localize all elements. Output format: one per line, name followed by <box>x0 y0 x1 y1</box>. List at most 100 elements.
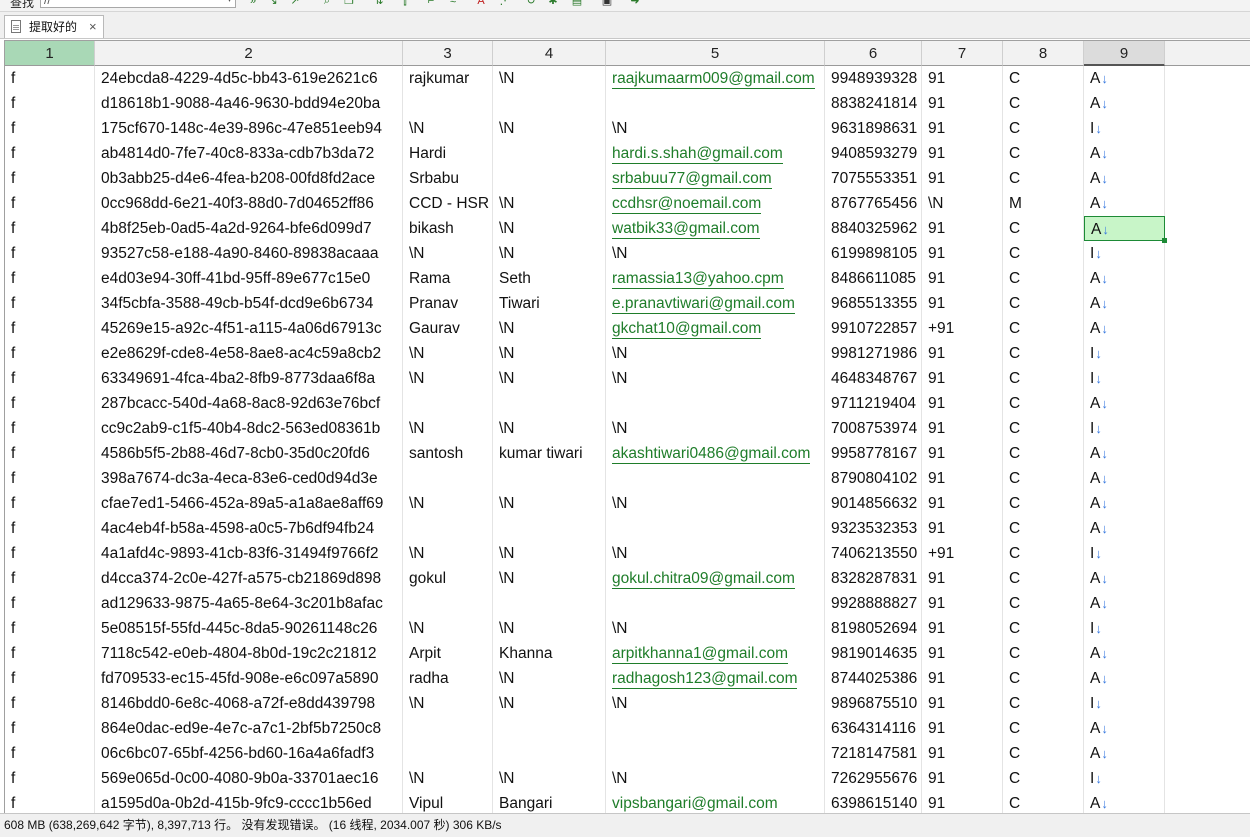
find-next-icon[interactable]: ↘ <box>266 0 280 7</box>
table-cell[interactable]: 9408593279 <box>825 141 922 166</box>
table-cell[interactable] <box>493 466 606 491</box>
table-cell[interactable]: 8790804102 <box>825 466 922 491</box>
table-cell[interactable]: 91 <box>922 591 1003 616</box>
table-cell[interactable]: gokul.chitra09@gmail.com <box>606 566 825 591</box>
table-cell[interactable] <box>493 741 606 766</box>
table-cell[interactable]: A↓ <box>1084 641 1165 666</box>
table-cell[interactable]: A↓ <box>1084 666 1165 691</box>
table-cell[interactable]: arpitkhanna1@gmail.com <box>606 641 825 666</box>
table-cell[interactable] <box>403 741 493 766</box>
table-row[interactable]: f 24ebcda8-4229-4d5c-bb43-619e2621c6 rajku… <box>5 66 1250 91</box>
table-cell[interactable] <box>493 716 606 741</box>
table-row[interactable]: f 06c6bc07-65bf-4256-bd60-16a4a6fadf3 7218… <box>5 741 1250 766</box>
table-cell[interactable]: f <box>5 691 95 716</box>
table-cell[interactable]: C <box>1003 691 1084 716</box>
filter-icon[interactable]: ⋰ <box>498 0 512 7</box>
table-cell[interactable]: f <box>5 541 95 566</box>
table-cell[interactable]: 91 <box>922 766 1003 791</box>
table-cell[interactable]: \N <box>922 191 1003 216</box>
table-row[interactable]: f ab4814d0-7fe7-40c8-833a-cdb7b3da72 Hardi… <box>5 141 1250 166</box>
table-cell[interactable]: rajkumar <box>403 66 493 91</box>
table-cell[interactable]: f <box>5 116 95 141</box>
table-row[interactable]: f 5e08515f-55fd-445c-8da5-90261148c26 \N \N… <box>5 616 1250 641</box>
table-cell[interactable]: C <box>1003 616 1084 641</box>
column-header-5[interactable]: 5 <box>606 41 825 66</box>
table-cell[interactable]: f <box>5 591 95 616</box>
table-cell[interactable]: \N <box>403 366 493 391</box>
table-cell[interactable]: radha <box>403 666 493 691</box>
table-cell[interactable]: I↓ <box>1084 766 1165 791</box>
tab-file[interactable]: 提取好的 × <box>4 15 104 38</box>
table-cell[interactable]: f <box>5 191 95 216</box>
table-row[interactable]: f 45269e15-a92c-4f51-a115-4a06d67913c Gaur… <box>5 316 1250 341</box>
run-icon[interactable]: ➜ <box>628 0 642 7</box>
column-header-9[interactable]: 9 <box>1084 41 1165 66</box>
table-cell[interactable]: 91 <box>922 166 1003 191</box>
column-icon[interactable]: ⫿ <box>398 0 412 7</box>
table-cell[interactable]: 7008753974 <box>825 416 922 441</box>
table-cell[interactable]: 0b3abb25-d4e6-4fea-b208-00fd8fd2ace <box>95 166 403 191</box>
table-cell[interactable]: C <box>1003 666 1084 691</box>
table-cell[interactable]: Pranav <box>403 291 493 316</box>
table-cell[interactable]: \N <box>403 341 493 366</box>
table-cell[interactable]: 91 <box>922 416 1003 441</box>
table-row[interactable]: f 8146bdd0-6e8c-4068-a72f-e8dd439798 \N \N \… <box>5 691 1250 716</box>
column-header-1[interactable]: 1 <box>5 41 95 66</box>
table-cell[interactable]: \N <box>493 416 606 441</box>
table-cell[interactable]: 91 <box>922 516 1003 541</box>
table-cell[interactable]: C <box>1003 491 1084 516</box>
table-cell[interactable] <box>403 91 493 116</box>
table-cell[interactable]: 9948939328 <box>825 66 922 91</box>
table-cell[interactable]: radhagosh123@gmail.com <box>606 666 825 691</box>
table-cell[interactable]: C <box>1003 166 1084 191</box>
email-link[interactable]: ramassia13@yahoo.cpm <box>612 270 784 289</box>
table-cell[interactable]: hardi.s.shah@gmail.com <box>606 141 825 166</box>
table-cell[interactable]: A↓ <box>1084 316 1165 341</box>
email-link[interactable]: gokul.chitra09@gmail.com <box>612 570 795 589</box>
column-header-3[interactable]: 3 <box>403 41 493 66</box>
table-row[interactable]: f 0cc968dd-6e21-40f3-88d0-7d04652ff86 CCD … <box>5 191 1250 216</box>
table-cell[interactable]: 9928888827 <box>825 591 922 616</box>
table-cell[interactable]: bikash <box>403 216 493 241</box>
table-cell[interactable]: 287bcacc-540d-4a68-8ac8-92d63e76bcf <box>95 391 403 416</box>
table-cell[interactable]: 91 <box>922 691 1003 716</box>
table-row[interactable]: f 4586b5f5-2b88-46d7-8cb0-35d0c20fd6 santo… <box>5 441 1250 466</box>
table-cell[interactable] <box>606 391 825 416</box>
table-cell[interactable]: \N <box>493 491 606 516</box>
table-cell[interactable]: f <box>5 266 95 291</box>
email-link[interactable]: arpitkhanna1@gmail.com <box>612 645 788 664</box>
email-link[interactable]: gkchat10@gmail.com <box>612 320 762 339</box>
search-panel-icon[interactable]: ⌕ <box>320 0 334 7</box>
table-cell[interactable]: 91 <box>922 141 1003 166</box>
table-cell[interactable]: 7262955676 <box>825 766 922 791</box>
sort-icon[interactable]: ⇅ <box>372 0 386 7</box>
table-cell[interactable]: 5e08515f-55fd-445c-8da5-90261148c26 <box>95 616 403 641</box>
email-link[interactable]: vipsbangari@gmail.com <box>612 795 778 814</box>
table-cell[interactable]: 9711219404 <box>825 391 922 416</box>
table-cell[interactable]: Gaurav <box>403 316 493 341</box>
table-row[interactable]: f 287bcacc-540d-4a68-8ac8-92d63e76bcf 9711… <box>5 391 1250 416</box>
table-cell[interactable]: 91 <box>922 641 1003 666</box>
email-link[interactable]: radhagosh123@gmail.com <box>612 670 798 689</box>
table-cell[interactable]: 569e065d-0c00-4080-9b0a-33701aec16 <box>95 766 403 791</box>
table-cell[interactable]: C <box>1003 116 1084 141</box>
table-cell[interactable] <box>606 466 825 491</box>
table-cell[interactable]: A↓ <box>1084 66 1165 91</box>
table-row[interactable]: f d18618b1-9088-4a46-9630-bdd94e20ba 88382… <box>5 91 1250 116</box>
email-link[interactable]: srbabuu77@gmail.com <box>612 170 772 189</box>
table-cell[interactable]: 6398615140 <box>825 791 922 814</box>
copy-icon[interactable]: ❐ <box>342 0 356 7</box>
email-link[interactable]: raajkumaarm009@gmail.com <box>612 70 815 89</box>
table-cell[interactable]: 91 <box>922 291 1003 316</box>
table-cell[interactable]: d18618b1-9088-4a46-9630-bdd94e20ba <box>95 91 403 116</box>
table-cell[interactable]: a1595d0a-0b2d-415b-9fc9-cccc1b56ed <box>95 791 403 814</box>
table-cell[interactable]: \N <box>606 766 825 791</box>
table-cell[interactable]: Khanna <box>493 641 606 666</box>
table-cell[interactable]: A↓ <box>1084 516 1165 541</box>
table-cell[interactable]: ramassia13@yahoo.cpm <box>606 266 825 291</box>
table-cell[interactable]: f <box>5 316 95 341</box>
table-cell[interactable] <box>493 391 606 416</box>
table-cell[interactable]: 6199898105 <box>825 241 922 266</box>
table-cell[interactable]: 9685513355 <box>825 291 922 316</box>
table-cell[interactable]: \N <box>493 691 606 716</box>
